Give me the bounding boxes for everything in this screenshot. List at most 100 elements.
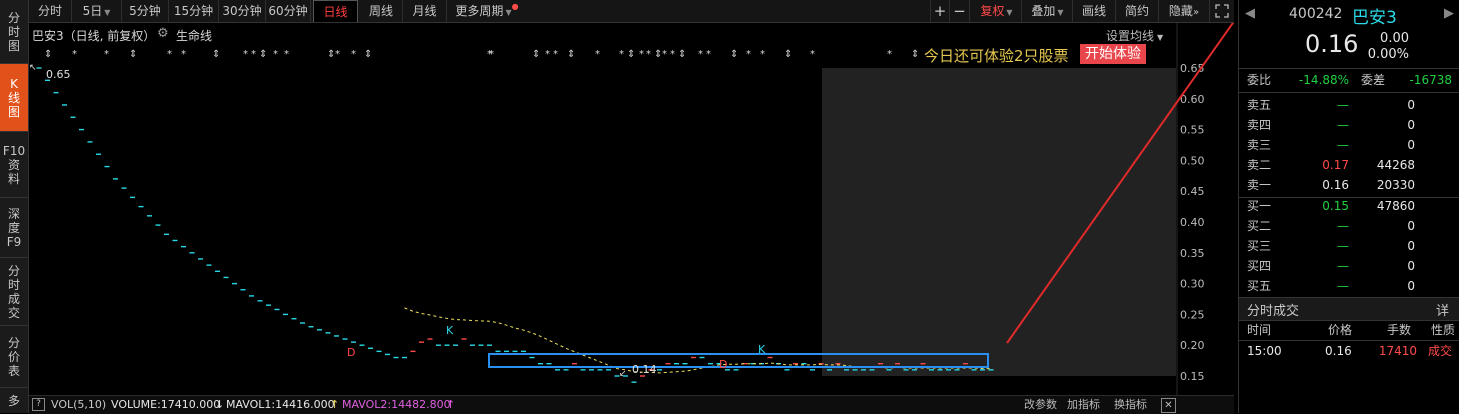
star-marker-icon[interactable]: * [595, 49, 600, 60]
price-tick-label: 0.60 [1180, 93, 1205, 106]
updown-arrow-icon[interactable]: ⇕ [259, 49, 267, 60]
star-marker-icon[interactable]: * [72, 49, 77, 60]
tab-f10-info[interactable]: F10资料 [0, 132, 28, 198]
zoom-out-button[interactable]: − [950, 0, 970, 22]
star-marker-icon[interactable]: * [553, 49, 558, 60]
ask-row[interactable]: 卖三 —0 [1239, 135, 1459, 155]
period-30min[interactable]: 30分钟 [219, 0, 266, 22]
tab-more[interactable]: 多 [0, 388, 28, 413]
ask-row[interactable]: 卖二 0.17 44268 [1239, 155, 1459, 175]
chevron-down-icon: ▼ [1157, 33, 1164, 42]
edit-params-button[interactable]: 改参数 [1024, 396, 1057, 414]
simple-mode-button[interactable]: 简约 [1116, 0, 1159, 22]
bid-price: 0.15 [1322, 199, 1349, 213]
star-marker-icon[interactable]: * [810, 49, 815, 60]
period-daily[interactable]: 日线 [313, 0, 358, 22]
star-marker-icon[interactable]: * [670, 49, 675, 60]
next-stock-icon[interactable]: ▶ [1444, 6, 1454, 21]
set-ma-button[interactable]: 设置均线 ▼ [1106, 27, 1163, 44]
star-marker-icon[interactable]: * [181, 49, 186, 60]
updown-arrow-icon[interactable]: ⇕ [784, 49, 792, 60]
period-5day[interactable]: 5日 ▼ [72, 0, 122, 22]
switch-indicator-button[interactable]: 换指标 [1114, 396, 1147, 414]
updown-arrow-icon[interactable]: ⇕ [44, 49, 52, 60]
period-5min[interactable]: 5分钟 [122, 0, 169, 22]
star-marker-icon[interactable]: * [698, 49, 703, 60]
draw-line-button[interactable]: 画线 [1073, 0, 1116, 22]
ask-price: — [1337, 138, 1349, 152]
updown-arrow-icon[interactable]: ⇕ [364, 49, 372, 60]
overlay-button[interactable]: 叠加 ▼ [1023, 0, 1073, 22]
ask-price: — [1337, 118, 1349, 132]
ask-volume: 0 [1407, 98, 1415, 112]
bid-row[interactable]: 买三 —0 [1239, 236, 1459, 256]
bid-price: — [1337, 239, 1349, 253]
gear-icon[interactable]: ⚙ [157, 26, 169, 41]
zoom-in-button[interactable]: + [930, 0, 950, 22]
bid-row[interactable]: 买五 —0 [1239, 276, 1459, 296]
star-marker-icon[interactable]: * [746, 49, 751, 60]
star-marker-icon[interactable]: * [887, 49, 892, 60]
double-chevron-right-icon: » [1192, 7, 1200, 18]
start-trial-button[interactable]: 开始体验 [1080, 44, 1146, 64]
trades-columns: 时间 价格 手数 性质 [1247, 323, 1456, 337]
star-marker-icon[interactable]: * [273, 49, 278, 60]
star-marker-icon[interactable]: * [646, 49, 651, 60]
updown-arrow-icon[interactable]: ⇕ [212, 49, 220, 60]
trades-detail-button[interactable]: 详 [1436, 300, 1449, 319]
star-marker-icon[interactable]: * [619, 49, 624, 60]
bid-row[interactable]: 买二 —0 [1239, 216, 1459, 236]
updown-arrow-icon[interactable]: ⇕ [730, 49, 738, 60]
tab-depth-f9[interactable]: 深度F9 [0, 198, 28, 258]
star-marker-icon[interactable]: * [760, 49, 765, 60]
tab-price-table[interactable]: 分价表 [0, 326, 28, 388]
close-icon[interactable]: ✕ [1161, 398, 1176, 413]
adjust-price-button[interactable]: 复权 ▼ [972, 0, 1022, 22]
period-15min[interactable]: 15分钟 [169, 0, 219, 22]
period-60min[interactable]: 60分钟 [266, 0, 311, 22]
star-marker-icon[interactable]: * [489, 49, 494, 60]
tab-tick-trades[interactable]: 分时成交 [0, 258, 28, 326]
star-marker-icon[interactable]: * [167, 49, 172, 60]
star-marker-icon[interactable]: * [706, 49, 711, 60]
star-marker-icon[interactable]: * [251, 49, 256, 60]
star-marker-icon[interactable]: * [545, 49, 550, 60]
star-marker-icon[interactable]: * [335, 49, 340, 60]
ask-row[interactable]: 卖五 —0 [1239, 95, 1459, 115]
period-timeshare[interactable]: 分时 [29, 0, 72, 22]
add-indicator-button[interactable]: 加指标 [1067, 396, 1100, 414]
updown-arrow-icon[interactable]: ⇕ [911, 49, 919, 60]
order-ratio-row: 委比 -14.88% 委差 -16738 [1239, 70, 1459, 90]
period-monthly[interactable]: 月线 [403, 0, 447, 22]
updown-arrow-icon[interactable]: ⇕ [627, 49, 635, 60]
period-weekly[interactable]: 周线 [360, 0, 403, 22]
updown-arrow-icon[interactable]: ⇕ [129, 49, 137, 60]
prev-stock-icon[interactable]: ◀ [1245, 6, 1255, 21]
updown-arrow-icon[interactable]: ⇕ [678, 49, 686, 60]
tab-kline-chart[interactable]: K线图 [0, 64, 28, 132]
kline-chart[interactable]: 0.65 0.60 0.55 0.50 0.45 0.40 0.35 0.30 0.25 0.20… [29, 23, 1234, 395]
divider [1239, 68, 1459, 69]
updown-arrow-icon[interactable]: ⇕ [567, 49, 575, 60]
star-marker-icon[interactable]: * [243, 49, 248, 60]
up-arrow-icon: ↑ [330, 398, 340, 411]
indicator-help-button[interactable]: ? [32, 398, 45, 411]
lifeline-button[interactable]: 生命线 [176, 27, 212, 44]
period-more[interactable]: 更多周期 ▼● [447, 0, 527, 22]
star-marker-icon[interactable]: * [662, 49, 667, 60]
bid-row[interactable]: 买一 0.15 47860 [1239, 196, 1459, 216]
ask-row[interactable]: 卖一 0.16 20330 [1239, 175, 1459, 195]
updown-arrow-icon[interactable]: ⇕ [532, 49, 540, 60]
price-change-pct: 0.00% [1367, 47, 1409, 62]
expand-button[interactable] [1210, 0, 1234, 22]
ask-row[interactable]: 卖四 —0 [1239, 115, 1459, 135]
divider [1239, 92, 1459, 93]
hide-button[interactable]: 隐藏» [1159, 0, 1210, 22]
star-marker-icon[interactable]: * [284, 49, 289, 60]
bid-row[interactable]: 买四 —0 [1239, 256, 1459, 276]
tab-timeshare-chart[interactable]: 分时图 [0, 0, 28, 64]
bid-volume: 0 [1407, 239, 1415, 253]
star-marker-icon[interactable]: * [351, 49, 356, 60]
star-marker-icon[interactable]: * [639, 49, 644, 60]
star-marker-icon[interactable]: * [104, 49, 109, 60]
